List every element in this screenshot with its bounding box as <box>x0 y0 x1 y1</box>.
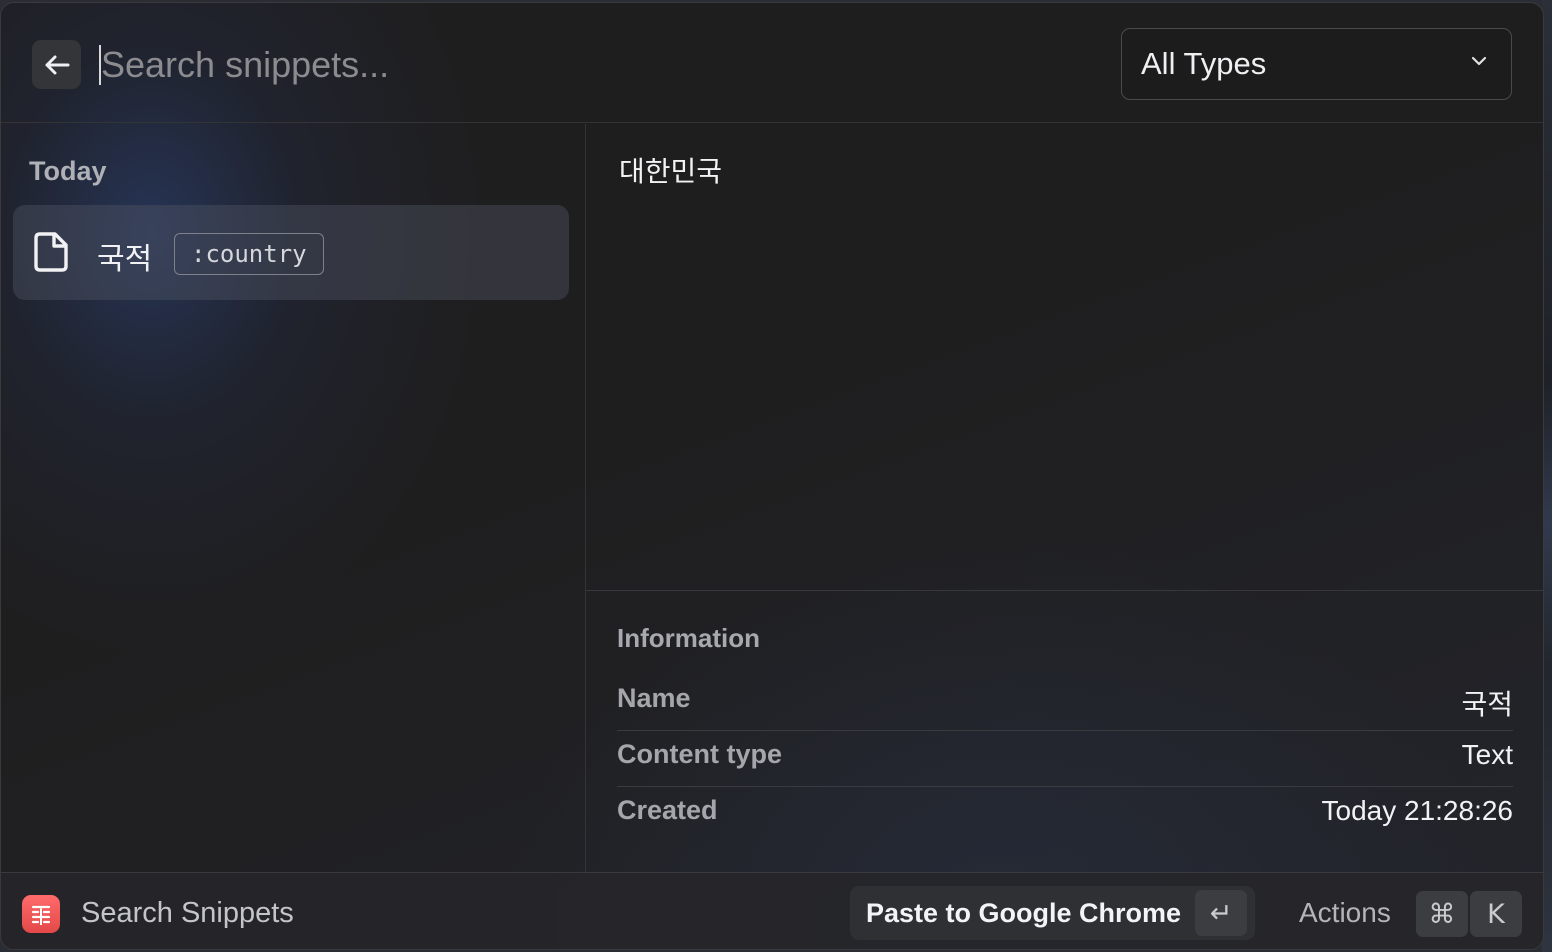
info-value: Text <box>1461 739 1513 770</box>
snippets-app-icon <box>22 895 60 933</box>
primary-action-label: Paste to Google Chrome <box>866 898 1182 928</box>
command-title: Search Snippets <box>81 897 294 929</box>
type-filter-selected: All Types <box>1141 46 1267 81</box>
list-item-name: 국적 <box>97 242 153 277</box>
actions-button[interactable]: Actions <box>1299 897 1391 929</box>
action-bar: Search Snippets Paste to Google Chrome ↵… <box>1 872 1543 949</box>
snippet-lines-icon <box>31 905 51 925</box>
keyword-badge: :country <box>174 233 324 275</box>
search-bar: All Types <box>1 3 1543 123</box>
info-row-created: Created Today 21:28:26 <box>617 787 1513 843</box>
info-label: Created <box>617 795 718 825</box>
search-input[interactable] <box>101 39 1081 91</box>
command-key-icon: ⌘ <box>1416 891 1468 937</box>
paste-to-chrome-button[interactable]: Paste to Google Chrome ↵ <box>850 886 1255 940</box>
section-header-today: Today <box>29 156 107 186</box>
info-label: Name <box>617 683 691 713</box>
snippet-list: Today 국적 :country <box>1 124 585 872</box>
type-filter-dropdown[interactable]: All Types <box>1121 28 1512 100</box>
enter-key-icon: ↵ <box>1195 890 1247 936</box>
info-label: Content type <box>617 739 782 769</box>
info-value: 국적 <box>1461 688 1513 721</box>
info-value: Today 21:28:26 <box>1321 795 1514 826</box>
information-panel: Information Name 국적 Content type Text Cr… <box>617 623 1513 843</box>
info-row-content-type: Content type Text <box>617 731 1513 787</box>
list-item[interactable]: 국적 :country <box>13 205 569 300</box>
snippets-window: All Types Today 국적 :country 대한민국 Informa… <box>0 2 1544 950</box>
information-title: Information <box>617 623 760 653</box>
arrow-left-icon <box>45 55 69 74</box>
k-key: K <box>1470 891 1522 937</box>
document-icon <box>34 232 68 272</box>
chevron-down-icon <box>1471 56 1487 66</box>
info-row-name: Name 국적 <box>617 675 1513 731</box>
back-button[interactable] <box>32 40 81 89</box>
snippet-preview: 대한민국 <box>586 124 1543 591</box>
preview-content: 대한민국 <box>619 155 723 188</box>
